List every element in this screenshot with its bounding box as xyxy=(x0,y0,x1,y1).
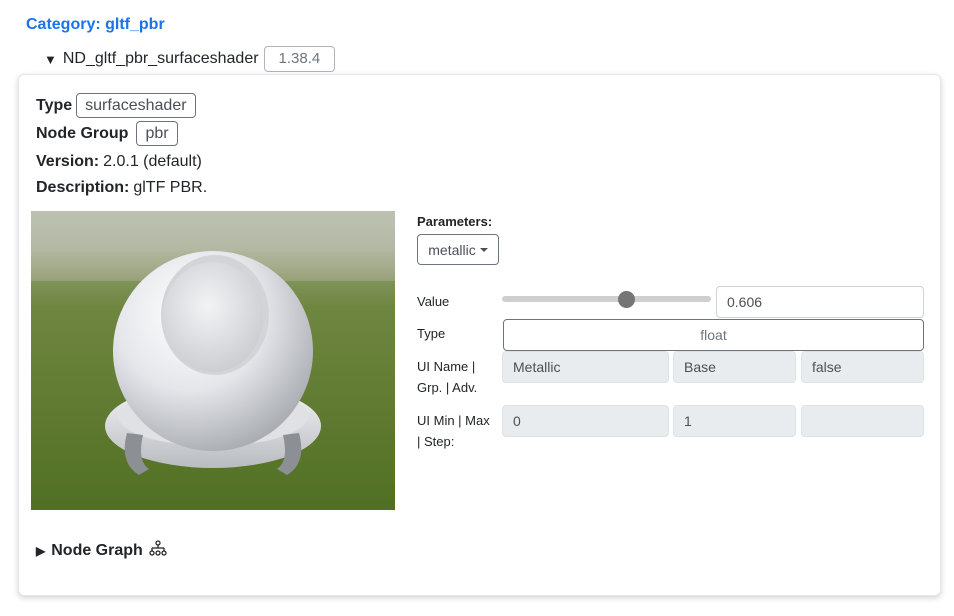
ui-name-label-line1: UI Name | xyxy=(417,359,476,374)
parameter-select-value: metallic xyxy=(428,241,476,258)
node-graph-label: Node Graph xyxy=(51,541,143,559)
category-title[interactable]: Category: gltf_pbr xyxy=(26,16,165,34)
node-details-card: Type surfaceshader Node Group pbr Versio… xyxy=(18,74,941,596)
ui-name-label-line2: Grp. | Adv. xyxy=(417,380,478,395)
node-header[interactable]: ▼ ND_gltf_pbr_surfaceshader 1.38.4 xyxy=(44,46,336,72)
ui-min-label-line2: | Step: xyxy=(417,434,455,449)
parameters-label: Parameters: xyxy=(417,214,493,229)
material-preview-image xyxy=(31,211,395,510)
version-label: Version: xyxy=(36,153,100,170)
parameter-select[interactable]: metallic xyxy=(417,234,499,265)
ui-min-field[interactable]: 0 xyxy=(502,405,669,437)
type-row: Type surfaceshader xyxy=(36,93,196,118)
ui-name-field[interactable]: Metallic xyxy=(502,351,669,383)
description-label: Description: xyxy=(36,179,130,196)
triangle-down-icon[interactable]: ▼ xyxy=(44,52,57,67)
node-group-badge: pbr xyxy=(136,121,178,146)
ui-max-field[interactable]: 1 xyxy=(673,405,796,437)
ui-group-field[interactable]: Base xyxy=(673,351,796,383)
type-row-label: Type xyxy=(417,326,446,341)
ui-step-field[interactable] xyxy=(801,405,924,437)
value-slider[interactable] xyxy=(502,296,711,302)
description-value: glTF PBR. xyxy=(133,179,208,196)
node-group-row: Node Group pbr xyxy=(36,121,178,146)
triangle-right-icon: ▶ xyxy=(36,543,46,558)
version-row: Version: 2.0.1 (default) xyxy=(36,153,202,171)
ui-min-max-label: UI Min | Max | Step: xyxy=(417,410,490,452)
ui-advanced-field[interactable]: false xyxy=(801,351,924,383)
version-value: 2.0.1 (default) xyxy=(103,153,202,170)
value-label: Value xyxy=(417,294,450,309)
node-graph-icon xyxy=(149,540,167,561)
version-badge: 1.38.4 xyxy=(263,46,336,72)
ui-min-label-line1: UI Min | Max xyxy=(417,413,490,428)
value-input[interactable]: 0.606 xyxy=(716,286,924,318)
node-graph-toggle[interactable]: ▶ Node Graph xyxy=(36,540,167,561)
description-row: Description: glTF PBR. xyxy=(36,179,207,197)
node-name[interactable]: ND_gltf_pbr_surfaceshader xyxy=(63,50,259,68)
value-slider-thumb[interactable] xyxy=(618,291,636,308)
type-field[interactable]: float xyxy=(503,319,924,351)
type-badge: surfaceshader xyxy=(76,93,196,118)
caret-down-icon xyxy=(479,247,488,252)
node-group-label: Node Group xyxy=(36,124,129,142)
ui-name-label: UI Name | Grp. | Adv. xyxy=(417,356,477,398)
type-label: Type xyxy=(36,96,73,114)
